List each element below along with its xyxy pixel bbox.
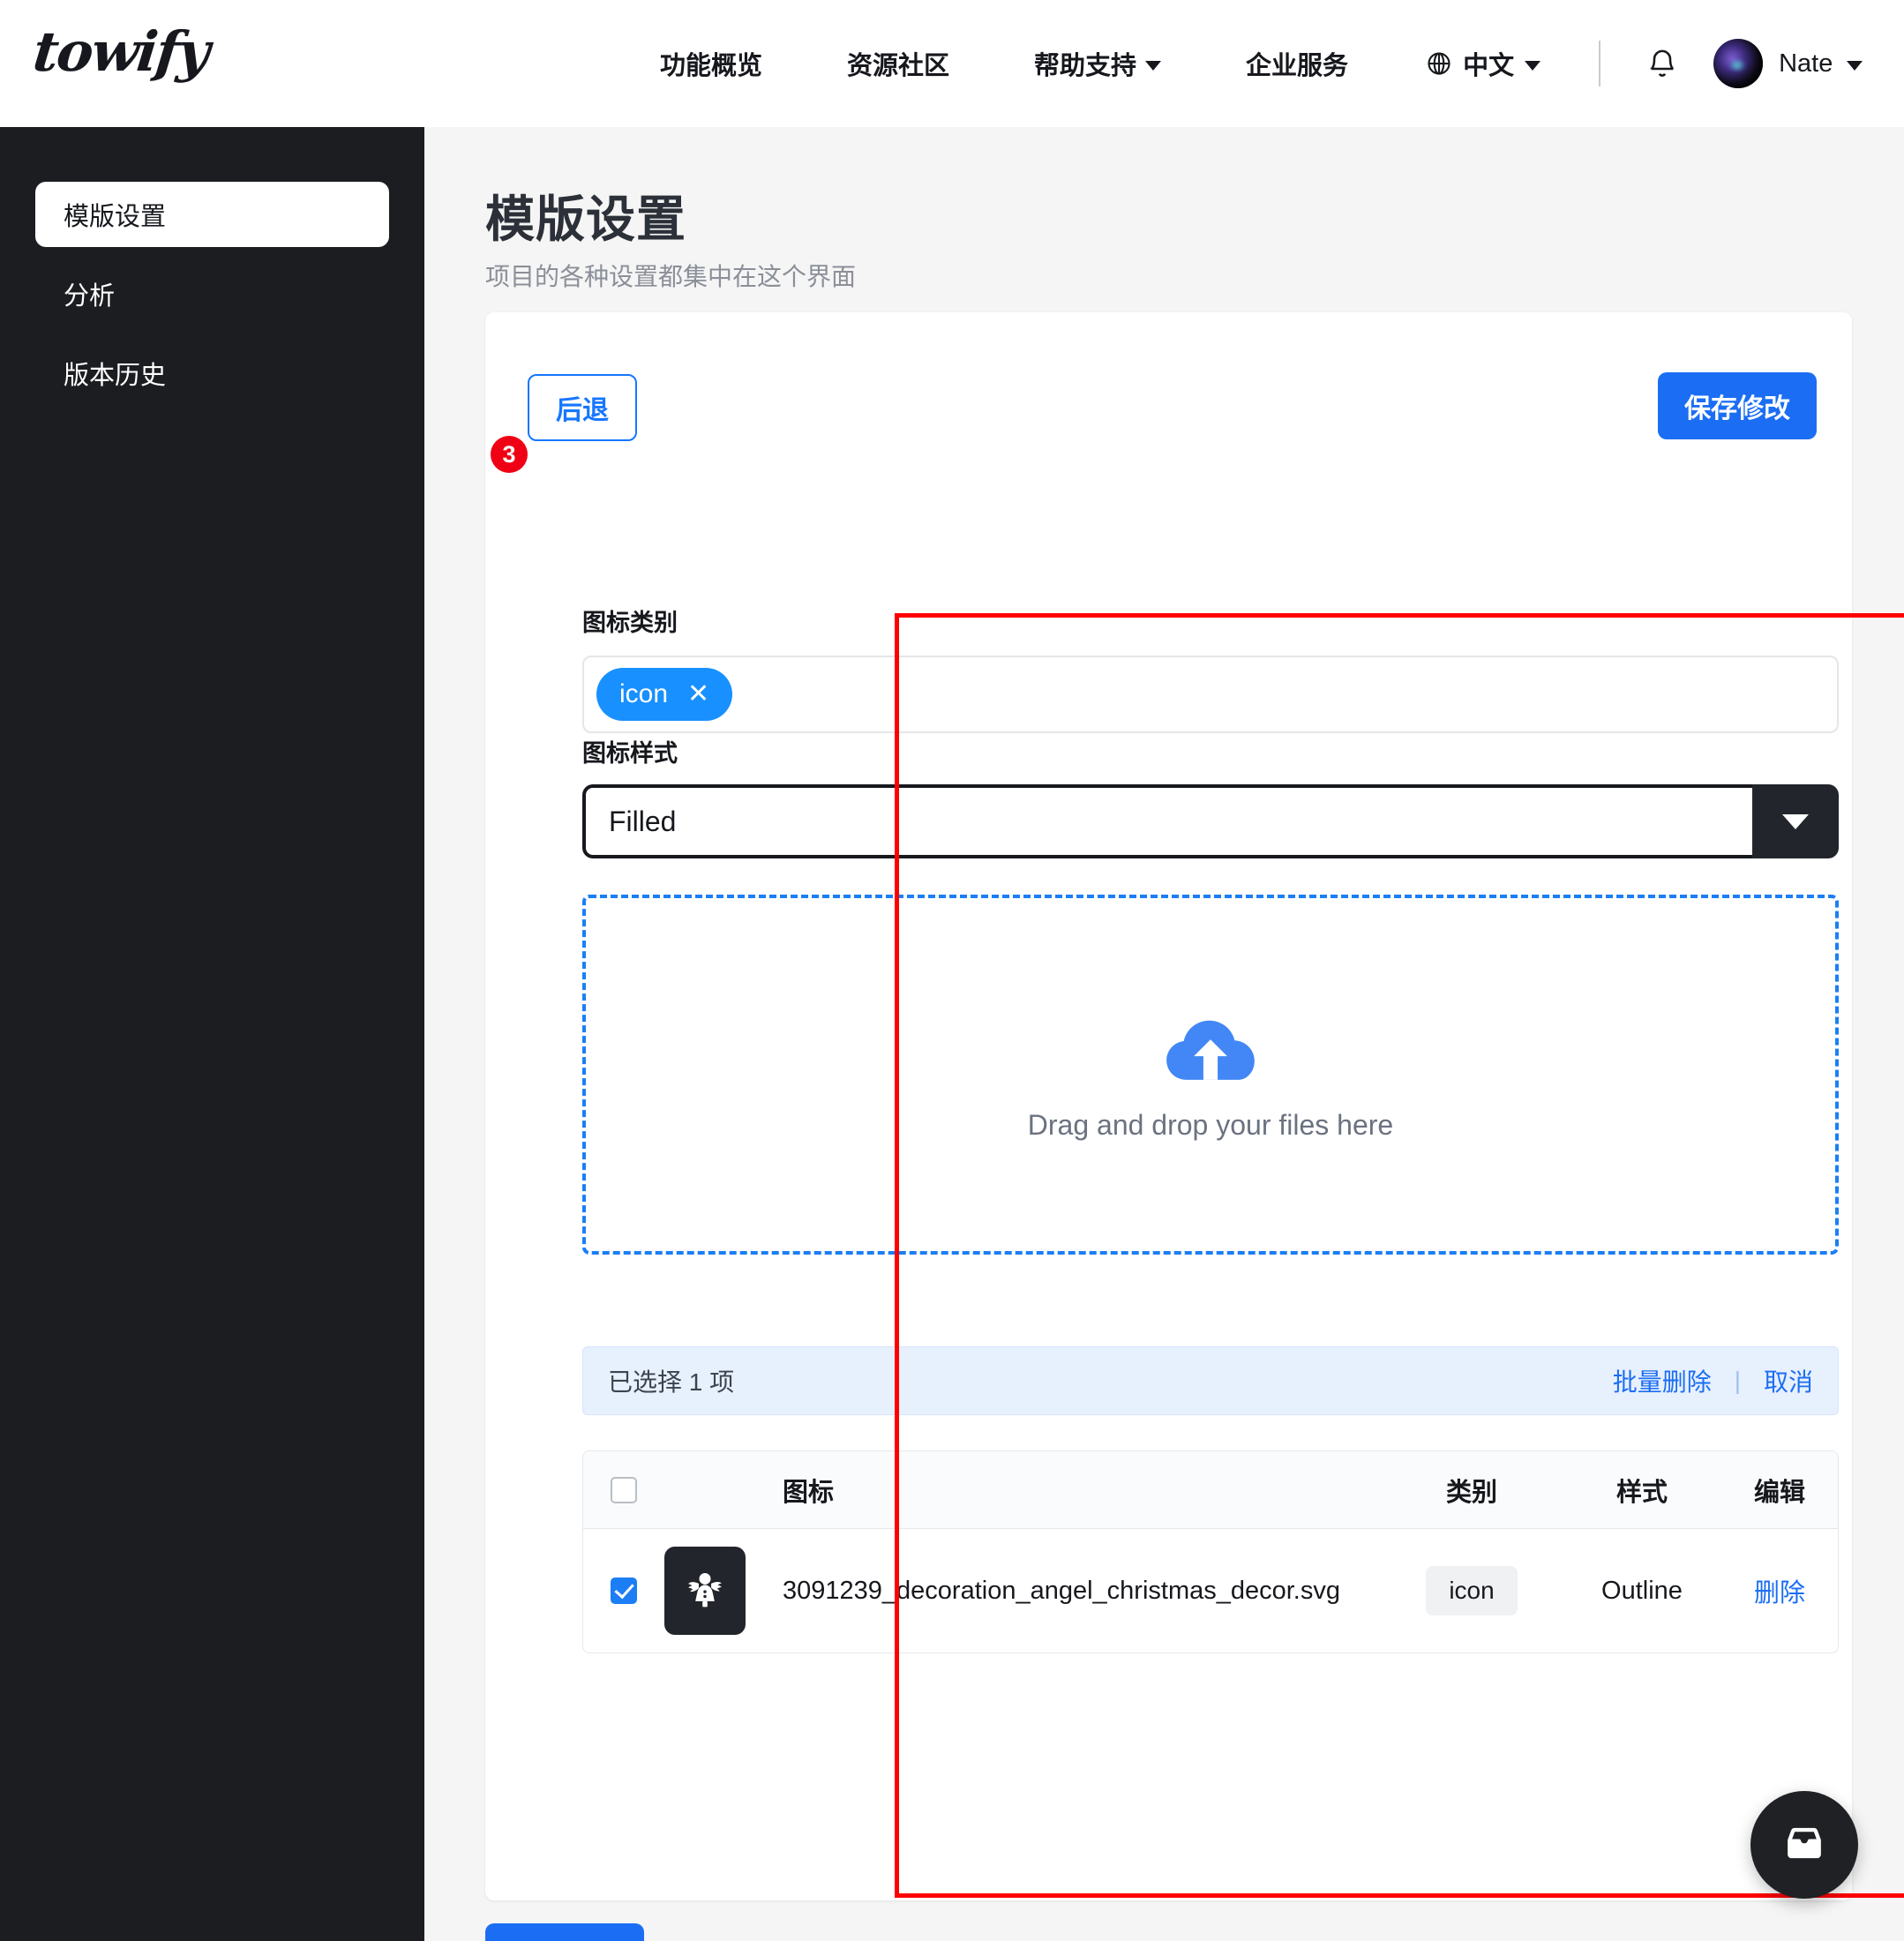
nav-item-label: 资源社区 [847, 52, 950, 80]
sidebar: 模版设置 分析 版本历史 [0, 127, 424, 1941]
nav-item-support[interactable]: 帮助支持 [992, 45, 1203, 82]
nav-item-label: 企业服务 [1246, 52, 1349, 80]
chevron-down-icon [1525, 60, 1541, 71]
row-checkbox[interactable] [611, 1578, 637, 1604]
selection-bar: 已选择 1 项 批量删除 | 取消 [582, 1346, 1839, 1415]
bulk-delete-button[interactable]: 批量删除 [1613, 1363, 1712, 1398]
chat-widget-button[interactable] [1750, 1791, 1858, 1899]
page-title: 模版设置 [485, 191, 686, 247]
top-header: towify 功能概览 资源社区 帮助支持 企业服务 中文 Nate [0, 0, 1904, 127]
cloud-upload-icon [1166, 1020, 1255, 1080]
row-delete-button[interactable]: 删除 [1721, 1572, 1838, 1609]
row-filename: 3091239_decoration_angel_christmas_decor… [783, 1576, 1340, 1605]
column-header-edit: 编辑 [1753, 1478, 1805, 1507]
app-logo[interactable]: towify [30, 19, 211, 84]
icon-category-input[interactable]: icon ✕ [582, 656, 1839, 733]
nav-item-overview[interactable]: 功能概览 [618, 45, 805, 82]
icon-table: 图标 类别 样式 编辑 3091239_decoration_angel_chr… [582, 1450, 1839, 1653]
chevron-down-icon [1847, 60, 1863, 71]
row-style: Outline [1601, 1576, 1683, 1605]
notifications-button[interactable] [1623, 47, 1701, 80]
settings-card: 后退 3 保存修改 图标类别 icon ✕ 图标样式 Filled Drag a… [485, 312, 1852, 1900]
back-button[interactable]: 后退 [528, 374, 637, 441]
column-header-category: 类别 [1445, 1478, 1497, 1507]
header-divider [1599, 41, 1601, 86]
sidebar-item-label: 版本历史 [64, 362, 167, 390]
row-category-cell: icon [1381, 1566, 1563, 1615]
action-separator: | [1734, 1367, 1741, 1394]
main-content: 模版设置 项目的各种设置都集中在这个界面 后退 3 保存修改 图标类别 icon… [424, 127, 1904, 1941]
close-icon[interactable]: ✕ [687, 681, 709, 708]
username-label: Nate [1779, 49, 1833, 78]
sidebar-item-version-history[interactable]: 版本历史 [35, 341, 389, 406]
nav-item-community[interactable]: 资源社区 [805, 45, 992, 82]
page-subtitle: 项目的各种设置都集中在这个界面 [485, 263, 857, 290]
inbox-icon [1788, 1827, 1821, 1859]
icon-style-value[interactable]: Filled [582, 784, 1752, 858]
icon-style-select[interactable]: Filled [582, 784, 1839, 858]
table-row[interactable]: 3091239_decoration_angel_christmas_decor… [583, 1529, 1838, 1652]
bell-icon [1651, 49, 1675, 77]
nav-item-label: 帮助支持 [1034, 52, 1137, 80]
icon-style-dropdown-button[interactable] [1752, 784, 1839, 858]
icon-style-label: 图标样式 [582, 740, 678, 767]
table-header-row: 图标 类别 样式 编辑 [583, 1451, 1838, 1529]
category-tag-icon[interactable]: icon ✕ [596, 668, 733, 721]
globe-icon [1428, 52, 1450, 75]
user-menu[interactable]: Nate [1779, 49, 1896, 79]
chevron-down-icon [1782, 813, 1809, 829]
sidebar-item-template-settings[interactable]: 模版设置 [35, 182, 389, 247]
step-badge: 3 [491, 436, 528, 473]
row-icon-cell [664, 1547, 772, 1635]
main-nav: 功能概览 资源社区 帮助支持 企业服务 中文 Nate [618, 0, 1896, 127]
dropzone-text: Drag and drop your files here [1027, 1108, 1394, 1141]
language-label: 中文 [1463, 52, 1515, 80]
nav-item-label: 功能概览 [660, 52, 763, 80]
file-dropzone[interactable]: Drag and drop your files here [582, 895, 1839, 1255]
icon-thumbnail [664, 1547, 746, 1635]
save-button-top[interactable]: 保存修改 [1658, 372, 1817, 439]
column-header-style: 样式 [1615, 1478, 1668, 1507]
language-switcher[interactable]: 中文 [1391, 45, 1576, 82]
cancel-selection-button[interactable]: 取消 [1764, 1363, 1813, 1398]
row-category-chip: icon [1426, 1566, 1518, 1615]
chevron-down-icon [1145, 60, 1162, 71]
avatar[interactable] [1713, 39, 1764, 88]
nav-item-enterprise[interactable]: 企业服务 [1203, 45, 1391, 82]
select-all-cell[interactable] [583, 1476, 664, 1503]
select-all-checkbox[interactable] [611, 1476, 637, 1503]
selected-count-label: 已选择 1 项 [608, 1368, 735, 1396]
sidebar-item-analytics[interactable]: 分析 [35, 261, 389, 326]
row-select-cell[interactable] [583, 1578, 664, 1604]
icon-style-section: 图标样式 Filled [582, 734, 1839, 858]
angel-icon [688, 1572, 722, 1608]
sidebar-item-label: 分析 [64, 282, 116, 311]
icon-category-label: 图标类别 [582, 610, 678, 636]
sidebar-item-label: 模版设置 [64, 203, 167, 231]
category-tag-label: icon [619, 679, 669, 708]
column-header-icon: 图标 [783, 1478, 835, 1507]
icon-category-section: 图标类别 icon ✕ [582, 603, 1839, 733]
save-button-bottom[interactable]: 保存修改 [485, 1923, 644, 1941]
selection-actions: 批量删除 | 取消 [1613, 1363, 1813, 1398]
